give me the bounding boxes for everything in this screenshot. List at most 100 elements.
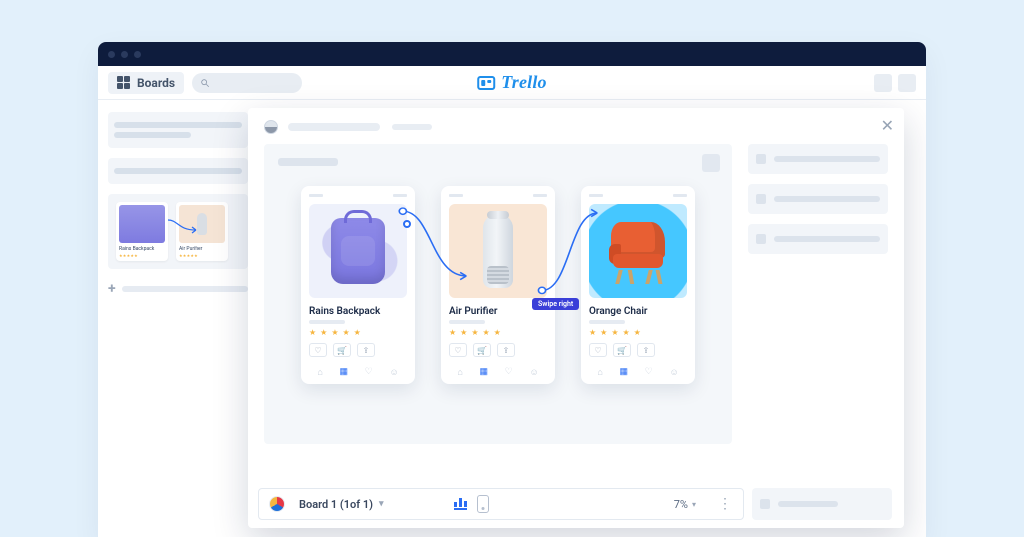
app-logo: Trello bbox=[477, 72, 547, 93]
more-button[interactable]: ⋮ bbox=[718, 496, 733, 512]
product-title: Orange Chair bbox=[589, 306, 687, 317]
placeholder-line bbox=[774, 156, 880, 162]
modal-right-actions bbox=[748, 144, 888, 444]
title-placeholder bbox=[288, 123, 380, 131]
heart-icon: ♡ bbox=[454, 346, 461, 355]
board-selector-label: Board 1 (1of 1) bbox=[299, 498, 373, 511]
browser-window: Boards Trello R bbox=[98, 42, 926, 537]
grid-icon[interactable]: ▦ bbox=[479, 367, 488, 378]
star-rating-icon: ★ ★ ★ ★ ★ bbox=[589, 328, 687, 337]
board-icon bbox=[117, 76, 130, 89]
cart-icon: 🛒 bbox=[477, 346, 487, 355]
cart-button[interactable]: 🛒 bbox=[333, 343, 351, 357]
heart-icon[interactable]: ♡ bbox=[645, 367, 653, 378]
action-item[interactable] bbox=[748, 184, 888, 214]
grid-icon[interactable]: ▦ bbox=[619, 367, 628, 378]
chevron-down-icon: ▾ bbox=[379, 499, 384, 509]
chevron-down-icon: ▾ bbox=[692, 500, 696, 509]
phone-statusbar-icon bbox=[309, 194, 407, 200]
canvas-title-placeholder bbox=[278, 158, 338, 166]
subtitle-placeholder bbox=[392, 124, 432, 130]
mini-flow-card[interactable]: Rains Backpack ★★★★★ Air Purifier ★★★★★ bbox=[108, 194, 248, 269]
phone-mockup[interactable]: Rains Backpack ★ ★ ★ ★ ★ ♡ 🛒 ⇪ ⌂ ▦ bbox=[301, 186, 415, 384]
star-rating-icon: ★ ★ ★ ★ ★ bbox=[449, 328, 547, 337]
product-hero bbox=[449, 204, 547, 298]
home-icon[interactable]: ⌂ bbox=[457, 367, 462, 378]
cart-button[interactable]: 🛒 bbox=[613, 343, 631, 357]
canvas-tool-button[interactable] bbox=[702, 154, 720, 172]
cart-icon: 🛒 bbox=[617, 346, 627, 355]
cart-icon: 🛒 bbox=[337, 346, 347, 355]
heart-icon: ♡ bbox=[594, 346, 601, 355]
product-hero bbox=[589, 204, 687, 298]
search-input[interactable] bbox=[192, 73, 302, 93]
heart-icon: ♡ bbox=[314, 346, 321, 355]
cart-button[interactable]: 🛒 bbox=[473, 343, 491, 357]
board-left-column: Rains Backpack ★★★★★ Air Purifier ★★★★★ bbox=[108, 112, 248, 297]
view-segmented-control bbox=[454, 495, 489, 513]
action-item[interactable] bbox=[748, 224, 888, 254]
boards-label: Boards bbox=[137, 76, 175, 90]
share-button[interactable]: ⇪ bbox=[497, 343, 515, 357]
home-icon[interactable]: ⌂ bbox=[597, 367, 602, 378]
canvas-footer: Board 1 (1of 1) ▾ 7% ▾ ⋮ bbox=[258, 488, 744, 520]
product-actions: ♡ 🛒 ⇪ bbox=[589, 343, 687, 357]
mini-card-title: Rains Backpack bbox=[119, 246, 165, 252]
window-dot bbox=[134, 51, 141, 58]
home-icon[interactable]: ⌂ bbox=[317, 367, 322, 378]
card-modal: ✕ bbox=[248, 108, 904, 528]
share-button[interactable]: ⇪ bbox=[357, 343, 375, 357]
overview-view-button[interactable] bbox=[454, 498, 467, 510]
backpack-thumb-icon bbox=[119, 205, 165, 243]
favorite-button[interactable]: ♡ bbox=[589, 343, 607, 357]
phone-statusbar-icon bbox=[449, 194, 547, 200]
phone-mockup[interactable]: Air Purifier ★ ★ ★ ★ ★ ♡ 🛒 ⇪ ⌂ ▦ bbox=[441, 186, 555, 384]
user-avatar-icon bbox=[269, 496, 285, 512]
subtitle-placeholder bbox=[309, 320, 345, 324]
close-icon: ✕ bbox=[881, 116, 894, 135]
share-icon: ⇪ bbox=[503, 346, 510, 355]
placeholder-line bbox=[778, 501, 838, 507]
more-vertical-icon: ⋮ bbox=[718, 496, 733, 512]
header-action-button[interactable] bbox=[874, 74, 892, 92]
board-selector[interactable]: Board 1 (1of 1) ▾ bbox=[299, 498, 384, 511]
heart-icon[interactable]: ♡ bbox=[505, 367, 513, 378]
product-actions: ♡ 🛒 ⇪ bbox=[309, 343, 407, 357]
favorite-button[interactable]: ♡ bbox=[449, 343, 467, 357]
grid-icon[interactable]: ▦ bbox=[339, 367, 348, 378]
mini-phone-card: Rains Backpack ★★★★★ bbox=[116, 202, 168, 261]
star-rating-icon: ★★★★★ bbox=[119, 253, 165, 258]
header-actions bbox=[874, 74, 916, 92]
action-item[interactable] bbox=[752, 488, 892, 520]
favorite-button[interactable]: ♡ bbox=[309, 343, 327, 357]
list-placeholder bbox=[108, 112, 248, 148]
backpack-icon bbox=[331, 218, 385, 284]
close-button[interactable]: ✕ bbox=[881, 116, 894, 135]
device-view-button[interactable] bbox=[477, 495, 489, 513]
boards-button[interactable]: Boards bbox=[108, 72, 184, 94]
product-actions: ♡ 🛒 ⇪ bbox=[449, 343, 547, 357]
header-action-button[interactable] bbox=[898, 74, 916, 92]
action-item[interactable] bbox=[748, 144, 888, 174]
add-list-button[interactable]: + bbox=[108, 281, 248, 297]
phone-mockup[interactable]: Orange Chair ★ ★ ★ ★ ★ ♡ 🛒 ⇪ ⌂ ▦ bbox=[581, 186, 695, 384]
zoom-control[interactable]: 7% ▾ bbox=[674, 498, 696, 511]
prototype-canvas[interactable]: Rains Backpack ★ ★ ★ ★ ★ ♡ 🛒 ⇪ ⌂ ▦ bbox=[264, 144, 732, 444]
workspace: Rains Backpack ★★★★★ Air Purifier ★★★★★ bbox=[98, 100, 926, 537]
list-placeholder bbox=[108, 158, 248, 184]
share-icon: ⇪ bbox=[363, 346, 370, 355]
phone-navbar: ⌂ ▦ ♡ ☺ bbox=[449, 367, 547, 378]
subtitle-placeholder bbox=[449, 320, 485, 324]
heart-icon[interactable]: ♡ bbox=[365, 367, 373, 378]
user-icon[interactable]: ☺ bbox=[389, 367, 398, 378]
share-icon: ⇪ bbox=[643, 346, 650, 355]
action-icon bbox=[756, 194, 766, 204]
user-icon[interactable]: ☺ bbox=[529, 367, 538, 378]
share-button[interactable]: ⇪ bbox=[637, 343, 655, 357]
user-icon[interactable]: ☺ bbox=[669, 367, 678, 378]
subtitle-placeholder bbox=[589, 320, 625, 324]
action-icon bbox=[756, 154, 766, 164]
mini-card-title: Air Purifier bbox=[179, 246, 225, 252]
phone-navbar: ⌂ ▦ ♡ ☺ bbox=[589, 367, 687, 378]
window-dot bbox=[108, 51, 115, 58]
